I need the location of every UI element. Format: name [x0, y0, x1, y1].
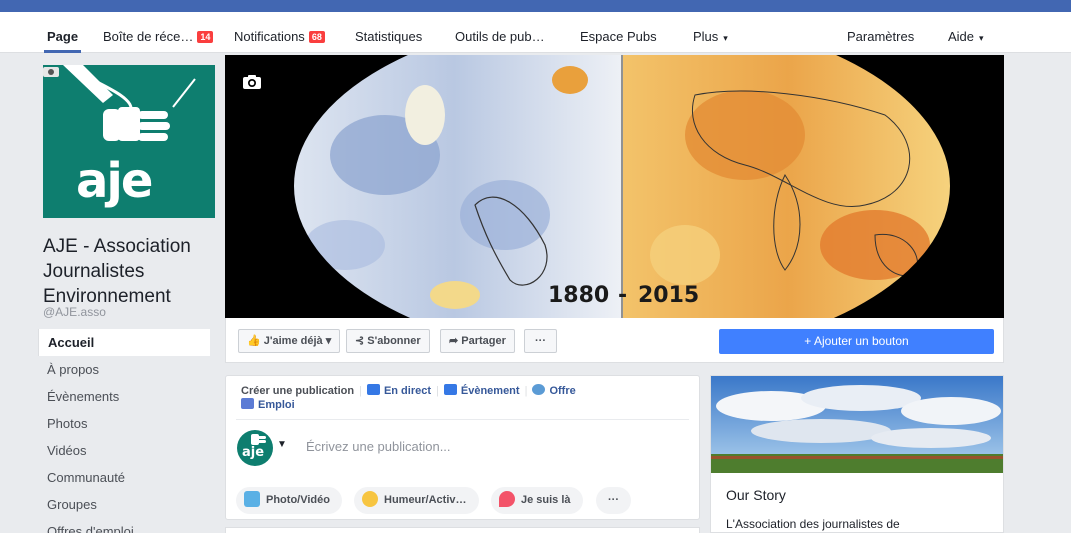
camera-icon[interactable] [43, 65, 59, 77]
story-title: Our Story [726, 487, 786, 503]
post-composer: Créer une publication | En direct | Évènemen… [225, 375, 700, 520]
mood-activity-button[interactable]: Humeur/Activ… [354, 487, 479, 514]
tab-help[interactable]: Aide ▾ [948, 12, 984, 53]
live-tab[interactable]: En direct [384, 385, 431, 397]
avatar[interactable]: aje [237, 430, 273, 466]
calendar-icon [443, 384, 457, 395]
chevron-down-icon: ▾ [325, 335, 332, 347]
camera-icon[interactable] [243, 75, 261, 89]
chevron-down-icon[interactable]: ▼ [277, 439, 287, 450]
job-tab[interactable]: Emploi [258, 399, 295, 411]
like-button[interactable]: 👍 J'aime déjà ▾ [238, 329, 341, 353]
offer-tag-icon [532, 384, 546, 395]
page-nav: Accueil À propos Évènements Photos Vidéo… [38, 329, 210, 533]
chevron-down-icon: ▾ [979, 33, 984, 43]
photo-icon [244, 491, 260, 507]
next-card [225, 527, 700, 533]
cover-year-separator: - [618, 283, 628, 308]
divider [236, 419, 689, 420]
tab-ad-tools[interactable]: Outils de pub… [455, 12, 545, 53]
temperature-globe-image [290, 55, 954, 318]
nav-item-videos[interactable]: Vidéos [38, 437, 210, 464]
tab-page[interactable]: Page [43, 12, 82, 53]
event-tab[interactable]: Évènement [461, 385, 520, 397]
nav-item-community[interactable]: Communauté [38, 464, 210, 491]
nav-item-about[interactable]: À propos [38, 356, 210, 383]
our-story-card[interactable]: Our Story L'Association des journalistes… [710, 375, 1004, 533]
nav-item-photos[interactable]: Photos [38, 410, 210, 437]
share-button[interactable]: ➦ Partager [440, 329, 515, 353]
checkin-button[interactable]: Je suis là [491, 487, 583, 514]
nav-item-jobs[interactable]: Offres d'emploi [38, 518, 210, 533]
video-camera-icon [366, 384, 380, 395]
more-options-button[interactable]: ··· [524, 329, 557, 353]
logo-text: aje [76, 153, 153, 209]
tab-more[interactable]: Plus ▾ [693, 12, 728, 53]
subscribe-button[interactable]: ⊰ S'abonner [346, 329, 430, 353]
top-bar [0, 0, 1071, 12]
inbox-badge: 14 [197, 31, 214, 43]
tab-ads-space[interactable]: Espace Pubs [580, 12, 657, 53]
page-name[interactable]: AJE - Association Journalistes Environne… [43, 234, 213, 309]
post-input[interactable]: Écrivez une publication... [306, 439, 451, 454]
cover-year-left: 1880 [548, 283, 610, 308]
nav-item-home[interactable]: Accueil [38, 329, 210, 356]
page-profile-picture[interactable]: aje [43, 65, 215, 218]
page-handle[interactable]: @AJE.asso [43, 305, 106, 319]
tab-notifications[interactable]: Notifications 68 [234, 12, 325, 53]
photo-video-button[interactable]: Photo/Vidéo [236, 487, 342, 514]
story-text: L'Association des journalistes de [726, 517, 900, 531]
offer-tab[interactable]: Offre [549, 385, 575, 397]
tab-statistics[interactable]: Statistiques [355, 12, 422, 53]
share-arrow-icon: ➦ [449, 335, 459, 347]
chevron-down-icon: ▾ [723, 33, 728, 43]
composer-tabs: Créer une publication | En direct | Évènemen… [241, 384, 576, 411]
nav-item-groups[interactable]: Groupes [38, 491, 210, 518]
add-button-button[interactable]: + Ajouter un bouton [719, 329, 994, 354]
smiley-icon [362, 491, 378, 507]
nav-item-events[interactable]: Évènements [38, 383, 210, 410]
story-landscape-image [711, 376, 1003, 473]
rss-icon: ⊰ [355, 335, 365, 347]
notifications-badge: 68 [308, 31, 325, 43]
create-post-tab[interactable]: Créer une publication [241, 385, 354, 397]
tab-inbox[interactable]: Boîte de réce… 14 [103, 12, 214, 53]
avatar-text: aje [242, 445, 265, 460]
more-composer-button[interactable]: ··· [596, 487, 631, 514]
thumbs-up-icon: 👍 [247, 335, 261, 347]
location-pin-icon [499, 491, 515, 507]
cover-photo[interactable]: 1880 - 2015 [225, 55, 1004, 318]
tab-settings[interactable]: Paramètres [847, 12, 914, 53]
briefcase-icon [241, 398, 254, 409]
cover-year-right: 2015 [638, 283, 700, 308]
page-tab-bar: Page Boîte de réce… 14 Notifications 68 St… [0, 12, 1071, 53]
page-action-bar: 👍 J'aime déjà ▾ ⊰ S'abonner ➦ Partager ·… [225, 318, 1004, 363]
